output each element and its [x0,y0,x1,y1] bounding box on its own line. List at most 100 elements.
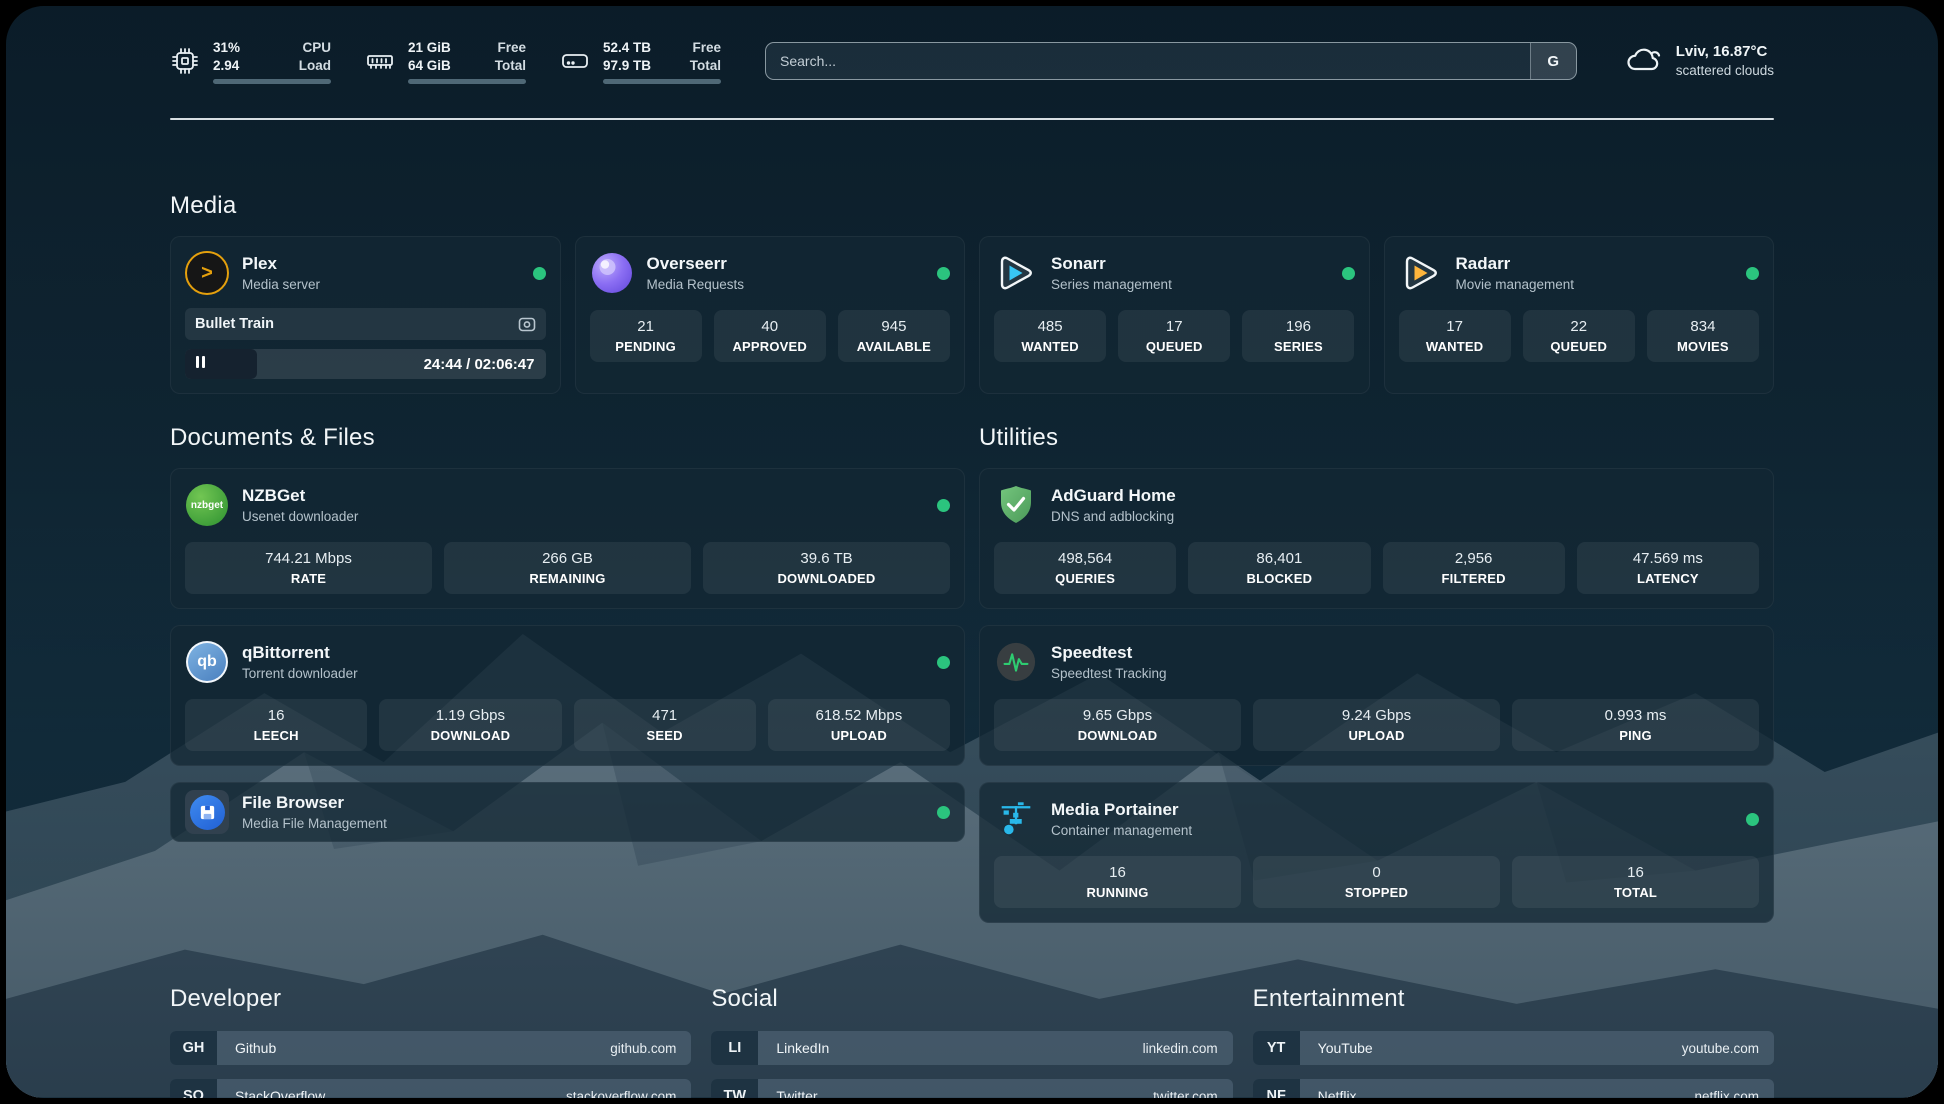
plex-icon: > [185,251,229,295]
bookmark-netflix[interactable]: NF Netflix netflix.com [1253,1079,1774,1098]
stat-latency: 47.569 ms LATENCY [1577,542,1759,594]
bookmark-youtube[interactable]: YT YouTube youtube.com [1253,1031,1774,1065]
view-icon[interactable] [518,317,536,332]
bookmark-name: Twitter [776,1088,817,1098]
now-playing-title: Bullet Train [195,316,274,332]
nzbget-icon: nzbget [185,483,229,527]
service-card-nzbget[interactable]: nzbget NZBGet Usenet downloader 744.21 M… [170,468,965,609]
section-title-entertainment: Entertainment [1253,985,1774,1013]
disk-progress-track [603,79,721,84]
stat-stopped: 0 STOPPED [1253,856,1500,908]
disk-total-label: Total [690,57,721,74]
section-title-documents: Documents & Files [170,424,965,452]
status-dot [937,267,950,280]
service-description: Media File Management [242,816,387,831]
section-title-social: Social [711,985,1232,1013]
bookmark-url: twitter.com [1153,1089,1233,1099]
disk-free-label: Free [690,39,721,56]
disk-total-value: 97.9 TB [603,57,668,74]
stat-wanted: 17 WANTED [1399,310,1511,362]
stat-rate: 744.21 Mbps RATE [185,542,432,594]
adguard-icon [994,483,1038,527]
disk-icon [560,46,590,76]
filebrowser-icon [185,790,229,834]
service-description: Speedtest Tracking [1051,666,1167,681]
stat-approved: 40 APPROVED [714,310,826,362]
service-card-sonarr[interactable]: Sonarr Series management 485 WANTED 17 Q… [979,236,1370,394]
bookmark-abbr: GH [170,1031,217,1065]
playback-progress-track[interactable]: 24:44 / 02:06:47 [185,349,546,379]
bookmark-url: github.com [610,1041,691,1056]
cpu-icon [170,46,200,76]
speedtest-icon [994,640,1038,684]
service-card-qbittorrent[interactable]: qb qBittorrent Torrent downloader 16 LEE… [170,625,965,766]
status-dot [533,267,546,280]
status-dot [1746,267,1759,280]
bookmark-group-entertainment: Entertainment YT YouTube youtube.com NF … [1253,985,1774,1098]
bookmark-twitter[interactable]: TW Twitter twitter.com [711,1079,1232,1098]
memory-progress-track [408,79,526,84]
bookmark-name: YouTube [1318,1040,1373,1056]
service-card-plex[interactable]: > Plex Media server Bullet Train [170,236,561,394]
qbittorrent-icon: qb [185,640,229,684]
stat-leech: 16 LEECH [185,699,367,751]
stat-queued: 17 QUEUED [1118,310,1230,362]
cpu-load-value: 2.94 [213,57,277,74]
service-card-overseerr[interactable]: Overseerr Media Requests 21 PENDING 40 A… [575,236,966,394]
stat-filtered: 2,956 FILTERED [1383,542,1565,594]
bookmark-linkedin[interactable]: LI LinkedIn linkedin.com [711,1031,1232,1065]
bookmark-url: youtube.com [1682,1041,1774,1056]
service-description: Series management [1051,277,1172,292]
service-name: Media Portainer [1051,800,1192,820]
search-provider-button[interactable]: G [1530,43,1576,79]
stat-available: 945 AVAILABLE [838,310,950,362]
weather-location: Lviv, 16.87°C [1676,42,1774,61]
bookmark-url: stackoverflow.com [566,1089,691,1099]
weather-widget: Lviv, 16.87°C scattered clouds [1623,42,1774,80]
bookmark-abbr: NF [1253,1079,1300,1098]
bookmark-github[interactable]: GH Github github.com [170,1031,691,1065]
service-name: Sonarr [1051,254,1172,274]
bookmark-abbr: SO [170,1079,217,1098]
stat-queued: 22 QUEUED [1523,310,1635,362]
service-card-portainer[interactable]: Media Portainer Container management 16 … [979,782,1774,923]
service-name: Overseerr [647,254,745,274]
overseerr-icon [590,251,634,295]
stat-download: 1.19 Gbps DOWNLOAD [379,699,561,751]
service-card-adguard[interactable]: AdGuard Home DNS and adblocking 498,564 … [979,468,1774,609]
bookmark-abbr: LI [711,1031,758,1065]
disk-free-value: 52.4 TB [603,39,668,56]
service-card-radarr[interactable]: Radarr Movie management 17 WANTED 22 QUE… [1384,236,1775,394]
disk-widget: 52.4 TB Free 97.9 TB Total [560,39,721,84]
stat-remaining: 266 GB REMAINING [444,542,691,594]
stat-upload: 9.24 Gbps UPLOAD [1253,699,1500,751]
service-description: Media Requests [647,277,745,292]
stat-download: 9.65 Gbps DOWNLOAD [994,699,1241,751]
service-name: Radarr [1456,254,1575,274]
resource-widgets: 31% CPU 2.94 Load [170,39,721,84]
cpu-label: CPU [299,39,331,56]
bookmark-url: linkedin.com [1143,1041,1233,1056]
status-dot [937,499,950,512]
media-grid: > Plex Media server Bullet Train [170,236,1774,394]
utilities-column: Utilities [979,424,1774,939]
bookmark-url: netflix.com [1694,1089,1774,1099]
service-card-speedtest[interactable]: Speedtest Speedtest Tracking 9.65 Gbps D… [979,625,1774,766]
stat-ping: 0.993 ms PING [1512,699,1759,751]
bookmark-group-social: Social LI LinkedIn linkedin.com TW Twitt… [711,985,1232,1098]
memory-total-value: 64 GiB [408,57,473,74]
status-dot [1746,813,1759,826]
radarr-icon [1399,251,1443,295]
bookmark-name: LinkedIn [776,1040,829,1056]
stat-upload: 618.52 Mbps UPLOAD [768,699,950,751]
bookmark-stackoverflow[interactable]: SO StackOverflow stackoverflow.com [170,1079,691,1098]
cloud-icon [1623,43,1663,80]
weather-condition: scattered clouds [1676,61,1774,80]
bookmark-group-developer: Developer GH Github github.com SO StackO… [170,985,691,1098]
search-input[interactable] [765,42,1577,80]
search-bar: G [765,42,1577,80]
pause-icon[interactable] [196,355,208,373]
memory-icon [365,46,395,76]
bookmark-name: Github [235,1040,276,1056]
service-card-filebrowser[interactable]: File Browser Media File Management [170,782,965,842]
